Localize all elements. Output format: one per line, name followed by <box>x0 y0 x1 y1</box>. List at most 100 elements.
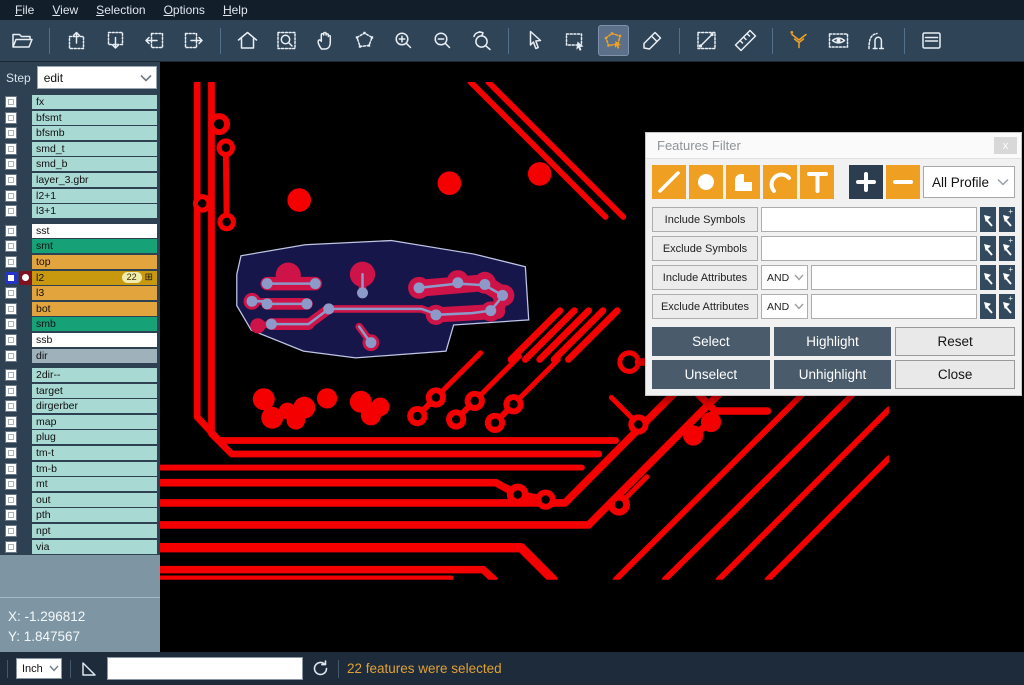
layer-name[interactable]: l2+1 <box>32 189 157 203</box>
text-feature-button[interactable] <box>800 165 834 199</box>
layer-name[interactable]: smt <box>32 239 157 253</box>
layer-name[interactable]: top <box>32 255 157 269</box>
zoom-out-icon[interactable] <box>428 26 457 55</box>
snap-magnet-icon[interactable] <box>863 26 892 55</box>
menu-selection[interactable]: Selection <box>87 1 154 19</box>
zoom-polygon-icon[interactable] <box>350 26 379 55</box>
layer-name[interactable]: fx <box>32 95 157 109</box>
layer-name[interactable]: npt <box>32 524 157 538</box>
layer-name[interactable]: l3 <box>32 286 157 300</box>
layer-name[interactable]: mt <box>32 477 157 491</box>
select-rectangle-icon[interactable] <box>560 26 589 55</box>
layer-name[interactable]: smd_t <box>32 142 157 156</box>
layer-name[interactable]: tm-t <box>32 446 157 460</box>
profile-select[interactable]: All Profile <box>923 166 1015 198</box>
view-eye-icon[interactable] <box>824 26 853 55</box>
measure-distance-icon[interactable] <box>692 26 721 55</box>
layer-checkbox[interactable] <box>5 400 17 412</box>
layer-name[interactable]: sst <box>32 224 157 238</box>
home-view-icon[interactable] <box>233 26 262 55</box>
features-filter-icon[interactable] <box>785 26 814 55</box>
layer-name[interactable]: dir <box>32 349 157 363</box>
layer-name[interactable]: layer_3.gbr <box>32 173 157 187</box>
pan-hand-icon[interactable] <box>311 26 340 55</box>
pad-feature-button[interactable] <box>689 165 723 199</box>
select-polygon-icon[interactable] <box>599 26 628 55</box>
layer-name[interactable]: dirgerber <box>32 399 157 413</box>
pick-symbol-add-icon[interactable]: + <box>999 236 1015 261</box>
highlight-button[interactable]: Highlight <box>774 327 892 356</box>
layer-checkbox[interactable] <box>5 127 17 139</box>
layer-checkbox[interactable] <box>5 431 17 443</box>
unselect-button[interactable]: Unselect <box>652 360 770 389</box>
include-attributes-operator-select[interactable]: AND <box>761 265 808 290</box>
menu-view[interactable]: View <box>43 1 87 19</box>
move-down-icon[interactable] <box>101 26 130 55</box>
menu-options[interactable]: Options <box>155 1 214 19</box>
ruler-icon[interactable] <box>731 26 760 55</box>
move-left-icon[interactable] <box>140 26 169 55</box>
layer-checkbox[interactable] <box>5 256 17 268</box>
move-right-icon[interactable] <box>179 26 208 55</box>
active-layer-icon[interactable] <box>19 271 32 285</box>
layer-checkbox[interactable] <box>5 541 17 553</box>
layer-checkbox[interactable] <box>5 240 17 252</box>
layer-checkbox[interactable] <box>5 369 17 381</box>
line-feature-button[interactable] <box>652 165 686 199</box>
clear-brush-icon[interactable] <box>638 26 667 55</box>
folder-open-icon[interactable] <box>8 26 37 55</box>
layer-checkbox[interactable] <box>5 112 17 124</box>
close-icon[interactable]: x <box>994 137 1017 154</box>
zoom-previous-icon[interactable] <box>467 26 496 55</box>
layer-name[interactable]: ssb <box>32 333 157 347</box>
layer-checkbox[interactable] <box>5 334 17 346</box>
dialog-title-bar[interactable]: Features Filter x <box>646 133 1021 159</box>
layer-name[interactable]: bot <box>32 302 157 316</box>
include-attributes-button[interactable]: Include Attributes <box>652 265 758 290</box>
pick-symbol-icon[interactable] <box>980 236 996 261</box>
layer-checkbox[interactable] <box>5 205 17 217</box>
layer-checkbox[interactable] <box>5 303 17 315</box>
pick-attribute-icon[interactable] <box>980 265 996 290</box>
layer-name[interactable]: tm-b <box>32 462 157 476</box>
layer-checkbox[interactable] <box>5 416 17 428</box>
layer-checkbox[interactable] <box>5 143 17 155</box>
exclude-attributes-input[interactable] <box>811 294 977 319</box>
include-symbols-input[interactable] <box>761 207 977 232</box>
layer-checkbox[interactable] <box>5 494 17 506</box>
select-pointer-icon[interactable] <box>521 26 550 55</box>
zoom-window-icon[interactable] <box>272 26 301 55</box>
unhighlight-button[interactable]: Unhighlight <box>774 360 892 389</box>
move-up-icon[interactable] <box>62 26 91 55</box>
close-button[interactable]: Close <box>895 360 1015 389</box>
layer-checkbox[interactable] <box>5 350 17 362</box>
layer-checkbox[interactable] <box>5 272 17 284</box>
select-button[interactable]: Select <box>652 327 770 356</box>
layer-checkbox[interactable] <box>5 509 17 521</box>
layer-checkbox[interactable] <box>5 96 17 108</box>
include-attributes-input[interactable] <box>811 265 977 290</box>
reset-button[interactable]: Reset <box>895 327 1015 356</box>
layer-name[interactable]: bfsmt <box>32 111 157 125</box>
exclude-attributes-operator-select[interactable]: AND <box>761 294 808 319</box>
command-input[interactable] <box>107 657 303 680</box>
layer-name[interactable]: plug <box>32 430 157 444</box>
layer-name[interactable]: via <box>32 540 157 554</box>
layer-name[interactable]: target <box>32 384 157 398</box>
layer-name[interactable]: bfsmb <box>32 126 157 140</box>
layer-checkbox[interactable] <box>5 225 17 237</box>
layer-name[interactable]: l3+1 <box>32 204 157 218</box>
unit-select[interactable]: Inch <box>16 658 62 679</box>
layers-panel-icon[interactable] <box>917 26 946 55</box>
layer-checkbox[interactable] <box>5 447 17 459</box>
layer-checkbox[interactable] <box>5 318 17 330</box>
remove-filter-button[interactable] <box>886 165 920 199</box>
step-select[interactable]: edit <box>37 66 157 89</box>
layer-checkbox[interactable] <box>5 287 17 299</box>
layer-checkbox[interactable] <box>5 478 17 490</box>
layer-name[interactable]: smd_b <box>32 157 157 171</box>
add-filter-button[interactable] <box>849 165 883 199</box>
layer-checkbox[interactable] <box>5 463 17 475</box>
layer-checkbox[interactable] <box>5 174 17 186</box>
pick-symbol-add-icon[interactable]: + <box>999 207 1015 232</box>
